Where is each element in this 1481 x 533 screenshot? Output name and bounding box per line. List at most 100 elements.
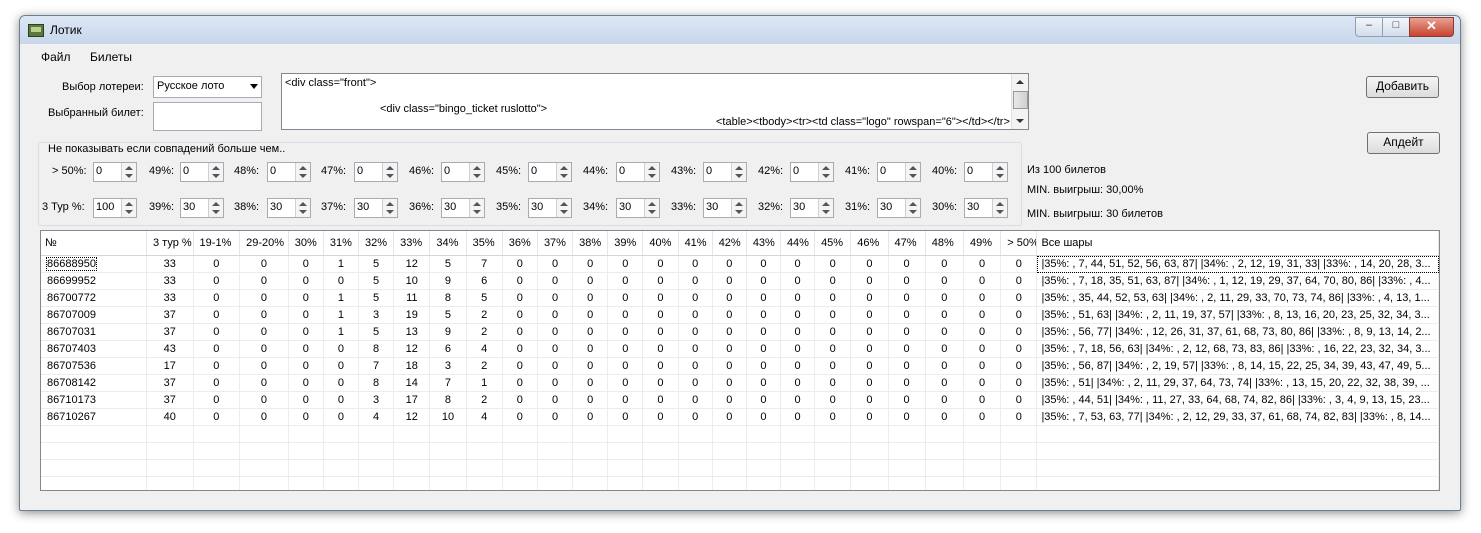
column-header[interactable]: 31% [323, 231, 360, 256]
filter-spinbox[interactable]: 30 [964, 198, 1008, 218]
spinner-arrows-icon[interactable] [469, 163, 484, 181]
column-header[interactable]: 29-20% [239, 231, 289, 256]
filter-spinbox[interactable]: 0 [703, 162, 747, 182]
filter-spinbox[interactable]: 30 [441, 198, 485, 218]
spinner-arrows-icon[interactable] [556, 163, 571, 181]
filter-spinbox[interactable]: 0 [441, 162, 485, 182]
column-header[interactable]: 36% [502, 231, 538, 256]
table-row[interactable] [41, 425, 1439, 443]
spinner-arrows-icon[interactable] [731, 163, 746, 181]
filter-spinbox[interactable]: 30 [877, 198, 921, 218]
spinner-arrows-icon[interactable] [818, 163, 833, 181]
maximize-button[interactable]: □ [1382, 17, 1410, 37]
column-header[interactable]: 19-1% [193, 231, 241, 256]
column-header[interactable]: 32% [358, 231, 395, 256]
table-row[interactable]: 86707536 17 0 0 0 0 7 18 3 2 0 0 0 0 0 0 0 0 0 0 0 0 0 0 0 |35%: … [41, 357, 1439, 375]
table-row[interactable]: 86710173 37 0 0 0 0 3 17 8 2 0 0 0 0 0 0 0 0 0 0 0 0 0 0 0 |35%: … [41, 391, 1439, 409]
table-row[interactable]: 86710267 40 0 0 0 0 4 12 10 4 0 0 0 0 0 0 0 0 0 0 0 0 0 0 0 |35%:… [41, 408, 1439, 426]
table-row[interactable]: 86700772 33 0 0 0 1 5 11 8 5 0 0 0 0 0 0 0 0 0 0 0 0 0 0 0 |35%: … [41, 289, 1439, 307]
column-header[interactable]: 48% [925, 231, 965, 256]
column-header[interactable]: 30% [288, 231, 324, 256]
spinner-arrows-icon[interactable] [818, 199, 833, 217]
column-header[interactable]: 49% [963, 231, 1002, 256]
html-source-textarea[interactable]: <div class="front"> <div class="bingo_ti… [281, 73, 1029, 130]
column-header[interactable]: 35% [466, 231, 503, 256]
spinner-arrows-icon[interactable] [208, 163, 223, 181]
scroll-up-icon[interactable] [1016, 80, 1024, 84]
close-button[interactable]: ✕ [1409, 17, 1454, 37]
column-header[interactable]: > 50% [1000, 231, 1038, 256]
table-row[interactable]: 86707031 37 0 0 0 1 5 13 9 2 0 0 0 0 0 0 0 0 0 0 0 0 0 0 0 |35%: … [41, 323, 1439, 341]
filter-spinbox[interactable]: 0 [180, 162, 224, 182]
spinner-arrows-icon[interactable] [469, 199, 484, 217]
spinner-arrows-icon[interactable] [295, 163, 310, 181]
lottery-select[interactable]: Русское лото [153, 76, 262, 98]
filter-spinbox[interactable]: 0 [267, 162, 311, 182]
title-bar[interactable]: Лотик – □ ✕ [20, 16, 1460, 44]
filter-spinbox[interactable]: 30 [528, 198, 572, 218]
spinner-arrows-icon[interactable] [644, 199, 659, 217]
column-header[interactable]: 39% [607, 231, 644, 256]
spinner-arrows-icon[interactable] [905, 163, 920, 181]
filter-spinbox[interactable]: 30 [790, 198, 834, 218]
column-header[interactable]: 42% [712, 231, 747, 256]
filter-spinbox[interactable]: 30 [703, 198, 747, 218]
column-header[interactable]: № [41, 231, 147, 256]
column-header[interactable]: 41% [678, 231, 713, 256]
filter-spinbox[interactable]: 0 [877, 162, 921, 182]
table-row[interactable]: 86707403 43 0 0 0 0 8 12 6 4 0 0 0 0 0 0 0 0 0 0 0 0 0 0 0 |35%: … [41, 340, 1439, 358]
filter-spinbox[interactable]: 30 [180, 198, 224, 218]
column-header[interactable]: 34% [429, 231, 467, 256]
textarea-scrollbar[interactable] [1011, 74, 1028, 129]
spinner-arrows-icon[interactable] [644, 163, 659, 181]
filter-spinbox[interactable]: 0 [790, 162, 834, 182]
filter-spinbox[interactable]: 0 [354, 162, 398, 182]
filter-spinbox[interactable]: 0 [964, 162, 1008, 182]
spinner-arrows-icon[interactable] [208, 199, 223, 217]
column-header[interactable]: 38% [572, 231, 609, 256]
spinner-arrows-icon[interactable] [731, 199, 746, 217]
spinner-arrows-icon[interactable] [992, 199, 1007, 217]
menu-file[interactable]: Файл [41, 50, 71, 64]
column-header[interactable]: 47% [888, 231, 926, 256]
filter-spinbox[interactable]: 30 [267, 198, 311, 218]
spinner-arrows-icon[interactable] [121, 199, 136, 217]
ticket-input[interactable] [153, 102, 262, 131]
filter-spinbox[interactable]: 0 [93, 162, 137, 182]
add-button[interactable]: Добавить [1366, 76, 1439, 98]
table-row[interactable]: 86699952 33 0 0 0 0 5 10 9 6 0 0 0 0 0 0 0 0 0 0 0 0 0 0 0 |35%: … [41, 272, 1439, 290]
column-header[interactable]: Все шары [1036, 231, 1439, 256]
filter-spinbox[interactable]: 0 [528, 162, 572, 182]
spinner-arrows-icon[interactable] [382, 199, 397, 217]
spinner-arrows-icon[interactable] [556, 199, 571, 217]
column-header[interactable]: 45% [814, 231, 852, 256]
column-header[interactable]: 40% [642, 231, 679, 256]
filter-spinbox[interactable]: 0 [616, 162, 660, 182]
spinner-arrows-icon[interactable] [121, 163, 136, 181]
table-row[interactable] [41, 476, 1439, 490]
filter-spinbox[interactable]: 30 [354, 198, 398, 218]
column-header[interactable]: 46% [850, 231, 889, 256]
filter-spinbox[interactable]: 100 [93, 198, 137, 218]
table-row[interactable]: 86688950 33 0 0 0 1 5 12 5 7 0 0 0 0 0 0 0 0 0 0 0 0 0 0 0 |35%: … [41, 255, 1439, 273]
table-row[interactable]: 86707009 37 0 0 0 1 3 19 5 2 0 0 0 0 0 0 0 0 0 0 0 0 0 0 0 |35%: … [41, 306, 1439, 324]
spinner-arrows-icon[interactable] [905, 199, 920, 217]
scroll-thumb[interactable] [1013, 91, 1028, 109]
minimize-button[interactable]: – [1355, 17, 1383, 37]
table-row[interactable] [41, 459, 1439, 477]
filter-spinbox[interactable]: 30 [616, 198, 660, 218]
spinner-arrows-icon[interactable] [295, 199, 310, 217]
column-header[interactable]: 37% [537, 231, 574, 256]
spinner-arrows-icon[interactable] [992, 163, 1007, 181]
spinner-arrows-icon[interactable] [382, 163, 397, 181]
tickets-table[interactable]: № 3 тур % 19-1% 29-20% 30% 31% 32% 33% 34% 35% 36%… [40, 230, 1440, 491]
update-button[interactable]: Апдейт [1367, 132, 1440, 154]
scroll-down-icon[interactable] [1016, 119, 1024, 123]
menu-tickets[interactable]: Билеты [90, 50, 132, 64]
column-header[interactable]: 44% [780, 231, 816, 256]
column-header[interactable]: 33% [393, 231, 431, 256]
column-header[interactable]: 43% [746, 231, 781, 256]
table-row[interactable]: 86708142 37 0 0 0 0 8 14 7 1 0 0 0 0 0 0 0 0 0 0 0 0 0 0 0 |35%: … [41, 374, 1439, 392]
column-header[interactable]: 3 тур % [146, 231, 194, 256]
table-row[interactable] [41, 442, 1439, 460]
